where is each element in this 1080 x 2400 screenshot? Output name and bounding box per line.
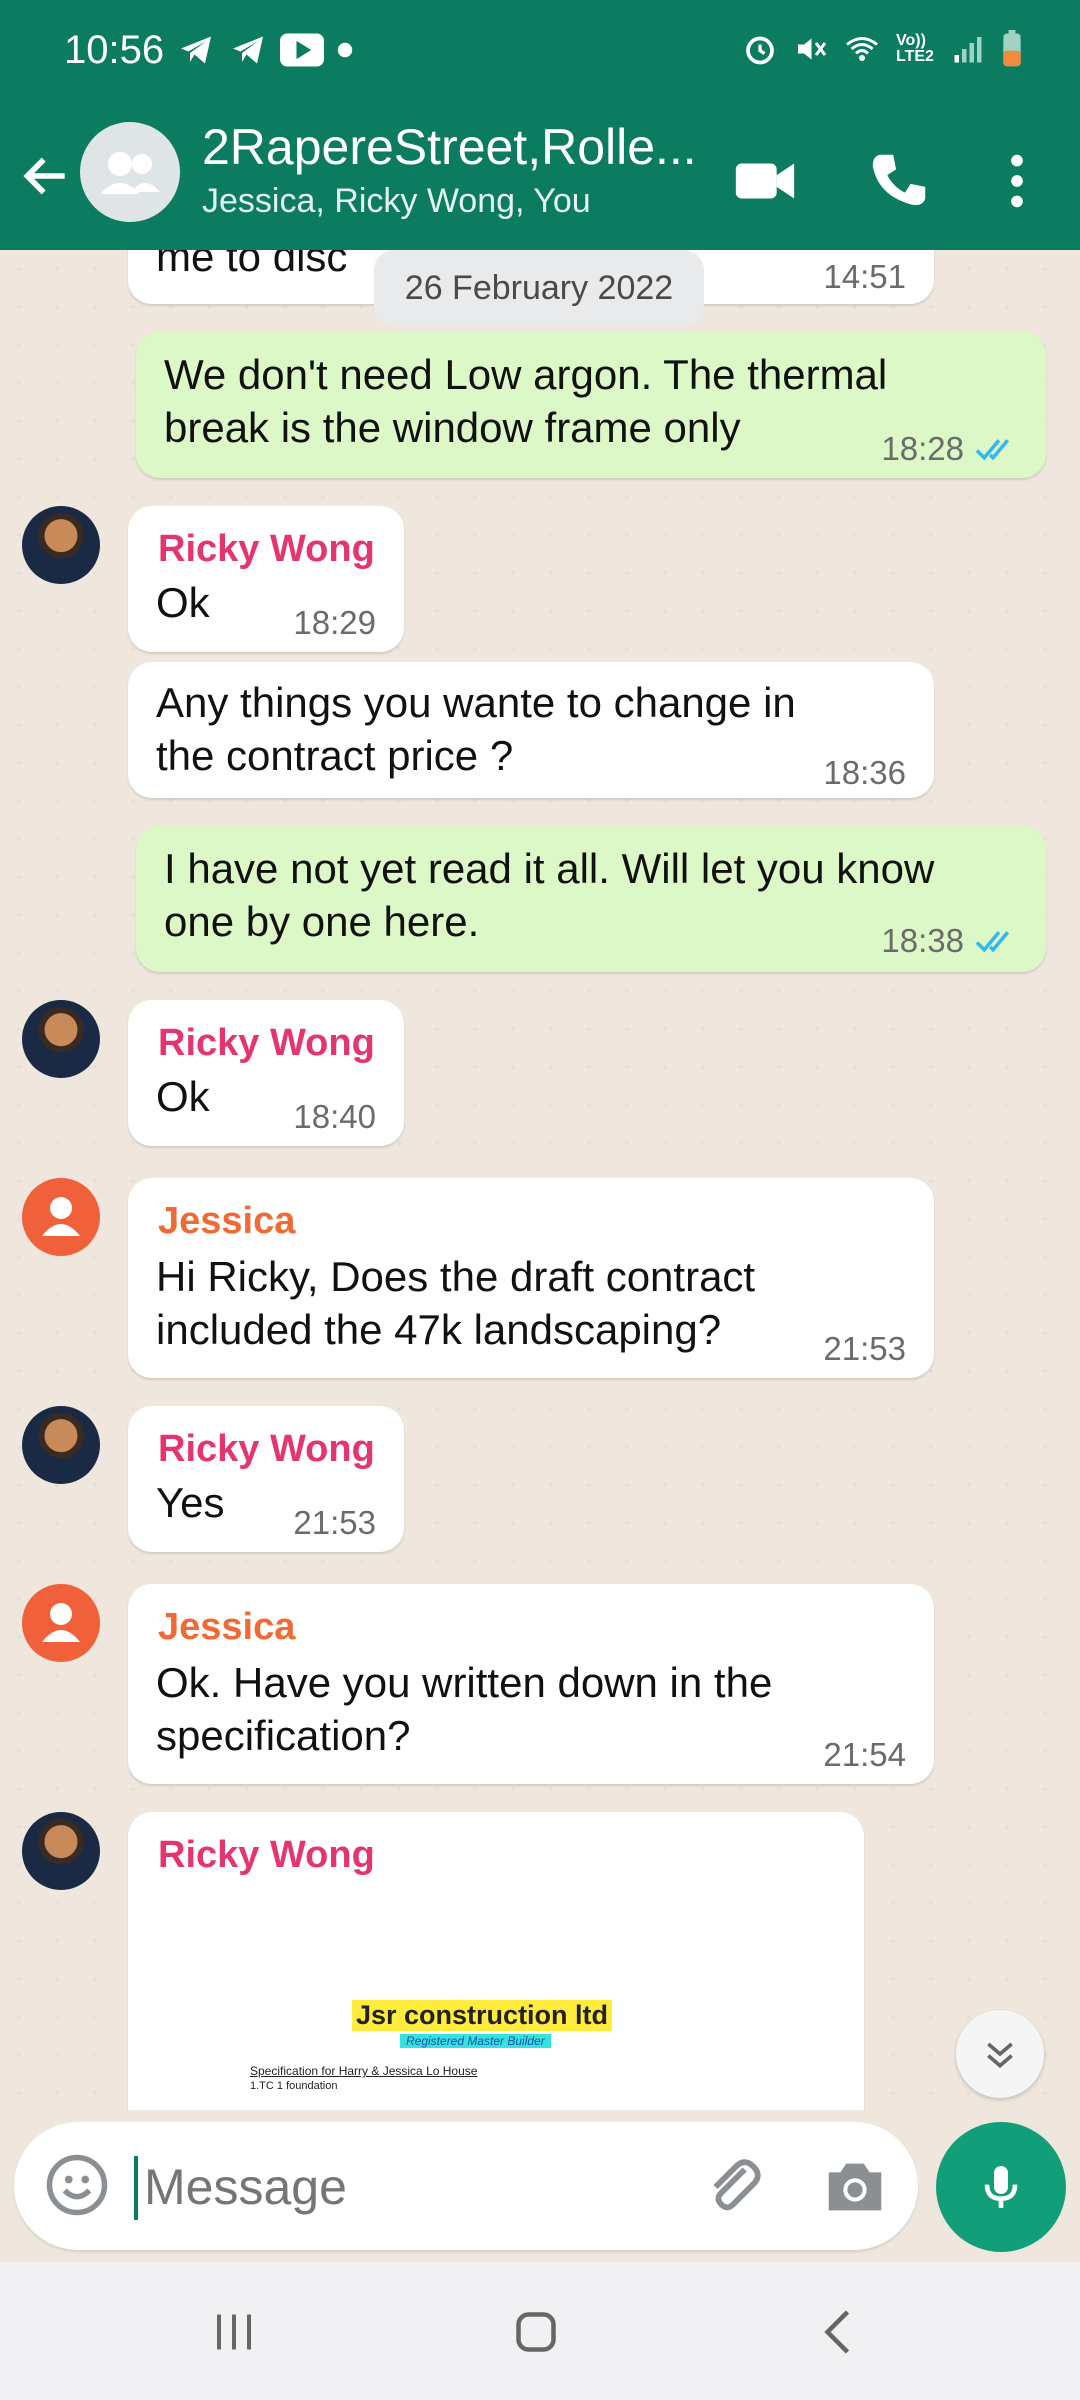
message-bubble-document[interactable]: Ricky Wong Jsr construction ltd Register… [128,1812,864,2110]
message-input[interactable] [142,2148,666,2226]
sender-name[interactable]: Ricky Wong [158,1022,375,1065]
message-bubble-incoming[interactable]: Ricky Wong Ok 18:29 [128,506,404,652]
message-text: the contract price ? [156,732,514,779]
telegram-icon [233,36,263,64]
document-preview[interactable]: Jsr construction ltd Registered Master B… [150,1908,834,2110]
group-avatar[interactable] [80,122,180,222]
message-text: specification? [156,1712,411,1759]
signal-icon [954,37,982,63]
recent-apps-icon[interactable] [204,2302,264,2362]
message-time: 18:38 [881,922,964,959]
message-text: Yes [156,1479,225,1526]
system-nav-bar [0,2262,1080,2400]
mute-icon [798,38,827,60]
message-time: 18:28 [881,430,964,467]
message-time: 21:53 [823,1330,906,1367]
avatar-ricky-wong[interactable] [22,1406,100,1484]
message-text: Any things you wante to change in [156,679,796,726]
message-time: 21:53 [293,1504,376,1541]
message-bubble-incoming[interactable]: Ricky Wong Ok 18:40 [128,1000,404,1146]
sender-name[interactable]: Jessica [158,1200,295,1243]
message-bubble-incoming[interactable]: Ricky Wong Yes 21:53 [128,1406,404,1552]
battery-icon [1003,30,1021,67]
default-person-icon [42,1603,80,1642]
message-time: 18:29 [293,604,376,641]
message-text: included the 47k landscaping? [156,1306,722,1353]
status-bar: 10:56 Vo)) LTE2 [0,0,1080,110]
text-caret [134,2156,138,2220]
home-icon[interactable] [506,2302,566,2362]
default-person-icon [42,1197,80,1236]
double-check-read-icon [975,439,1010,461]
chat-area[interactable]: me to disc 14:51 26 February 2022 We don… [0,250,1080,2110]
message-bubble-outgoing[interactable]: I have not yet read it all. Will let you… [136,826,1046,972]
avatar-jessica[interactable] [22,1178,100,1256]
document-spec-title: Specification for Harry & Jessica Lo Hou… [250,2064,478,2078]
message-text: me to disc [156,250,348,280]
message-text: Ok [156,579,210,626]
message-text: Ok [156,1073,210,1120]
sender-name[interactable]: Jessica [158,1606,295,1649]
chat-header: 2RapereStreet,Rolle... Jessica, Ricky Wo… [0,110,1080,250]
alarm-icon [746,36,774,65]
camera-icon[interactable] [820,2152,890,2222]
double-check-read-icon [975,931,1010,953]
telegram-icon [181,36,211,64]
emoji-icon[interactable] [44,2152,110,2218]
document-item: 1.TC 1 foundation [250,2080,338,2092]
chat-title[interactable]: 2RapereStreet,Rolle... [202,118,697,176]
dot-icon [337,42,353,58]
volte-indicator: Vo)) LTE2 [896,32,934,65]
message-text: one by one here. [164,898,480,945]
message-time: 21:54 [823,1736,906,1773]
status-time: 10:56 [64,28,165,72]
status-notification-icons [176,32,354,68]
message-text: break is the window frame only [164,404,741,451]
mic-icon [984,2166,1018,2208]
phone-icon[interactable] [864,146,934,216]
date-chip: 26 February 2022 [374,250,704,326]
document-company: Jsr construction ltd [352,2000,613,2031]
message-bubble-incoming[interactable]: Any things you wante to change in the co… [128,662,934,798]
message-bubble-incoming[interactable]: Jessica Hi Ricky, Does the draft contrac… [128,1178,934,1378]
group-avatar-icon [100,152,160,194]
more-vertical-icon[interactable] [982,146,1052,216]
wifi-icon [846,37,878,61]
message-text: Ok. Have you written down in the [156,1659,773,1706]
message-text: Hi Ricky, Does the draft contract [156,1253,756,1300]
avatar-ricky-wong[interactable] [22,1000,100,1078]
video-call-icon[interactable] [730,146,800,216]
message-text: We don't need Low argon. The thermal [164,351,888,398]
message-bubble-outgoing[interactable]: We don't need Low argon. The thermal bre… [136,332,1046,478]
sender-name[interactable]: Ricky Wong [158,528,375,571]
avatar-jessica[interactable] [22,1584,100,1662]
avatar-ricky-wong[interactable] [22,506,100,584]
youtube-icon [280,33,324,67]
sender-name[interactable]: Ricky Wong [158,1428,375,1471]
avatar-ricky-wong[interactable] [22,1812,100,1890]
status-system-icons: Vo)) LTE2 [742,30,1024,68]
message-text: I have not yet read it all. Will let you… [164,845,935,892]
back-arrow-icon[interactable] [18,148,74,204]
document-registered: Registered Master Builder [400,2034,551,2048]
message-time: 14:51 [823,258,906,295]
sender-name[interactable]: Ricky Wong [158,1834,375,1877]
mic-button[interactable] [936,2122,1066,2252]
message-bubble-incoming[interactable]: Jessica Ok. Have you written down in the… [128,1584,934,1784]
message-time: 18:40 [293,1098,376,1135]
message-input-bar [14,2122,918,2250]
double-chevron-down-icon [987,2042,1013,2069]
attach-icon[interactable] [698,2152,768,2222]
back-icon[interactable] [810,2302,870,2362]
chat-participants[interactable]: Jessica, Ricky Wong, You [202,182,591,221]
message-time: 18:36 [823,754,906,791]
scroll-to-bottom-button[interactable] [956,2010,1044,2098]
